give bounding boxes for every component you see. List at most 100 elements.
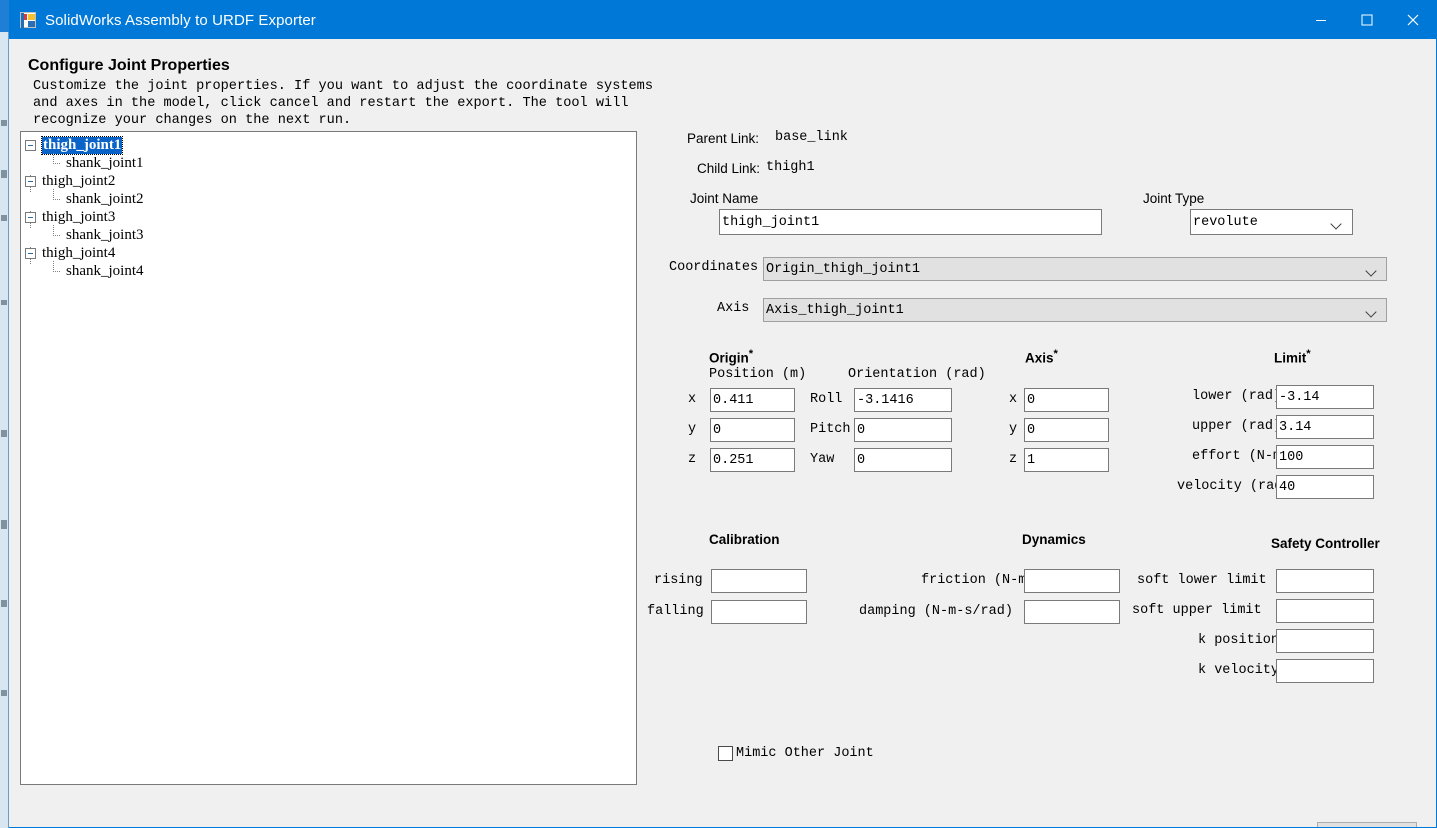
background-window-titlebar [0, 0, 9, 32]
friction-label: friction (N-m) [921, 573, 1035, 588]
axis-group-title: Axis [1025, 350, 1054, 366]
limit-velocity-input[interactable] [1276, 475, 1374, 499]
mimic-other-joint-row[interactable]: Mimic Other Joint [718, 746, 874, 761]
title-bar[interactable]: SolidWorks Assembly to URDF Exporter [9, 1, 1436, 39]
collapse-icon[interactable] [25, 247, 36, 259]
tree-item-thigh-joint1[interactable]: thigh_joint1 [21, 135, 636, 155]
joint-type-select[interactable]: revolutecontinuousprismaticfixedfloating… [1190, 209, 1353, 235]
roll-label: Roll [810, 392, 843, 407]
app-grid-icon [20, 12, 36, 29]
tree-item-shank-joint3[interactable]: shank_joint3 [21, 224, 636, 244]
background-window-content [1, 300, 7, 305]
limit-upper-input[interactable] [1276, 415, 1374, 439]
rising-input[interactable] [711, 569, 807, 593]
collapse-icon[interactable] [25, 139, 36, 151]
tree-item-thigh-joint3[interactable]: thigh_joint3 [21, 208, 636, 226]
yaw-input[interactable] [854, 448, 952, 472]
roll-input[interactable] [854, 388, 952, 412]
damping-input[interactable] [1024, 600, 1120, 624]
maximize-button[interactable] [1344, 1, 1390, 39]
falling-input[interactable] [711, 600, 807, 624]
background-window-content [1, 690, 7, 696]
collapse-icon[interactable] [25, 211, 36, 223]
origin-group-title: Origin [709, 350, 749, 366]
background-window-sliver [0, 0, 9, 828]
parent-link-value: base_link [775, 130, 848, 145]
page-title: Configure Joint Properties [28, 57, 230, 74]
limit-group-title: Limit [1274, 350, 1307, 366]
axis-x-label: x [1009, 392, 1018, 407]
tree-branch-icon [49, 224, 60, 241]
joint-tree[interactable]: thigh_joint1 shank_joint1 thigh_joint2 s… [20, 131, 637, 785]
k-position-label: k position [1198, 633, 1280, 648]
origin-group-label: Origin* [709, 348, 753, 366]
origin-x-label: x [688, 392, 697, 407]
tree-item-label: shank_joint1 [66, 154, 144, 171]
tree-item-label: shank_joint4 [66, 262, 144, 279]
soft-lower-limit-label: soft lower limit [1137, 573, 1267, 588]
coordinates-select[interactable]: Origin_thigh_joint1 [763, 257, 1387, 281]
k-velocity-label: k velocity [1198, 663, 1280, 678]
tree-item-label: shank_joint3 [66, 226, 144, 243]
mimic-other-joint-checkbox[interactable] [718, 746, 733, 761]
axis-y-input[interactable] [1024, 418, 1109, 442]
axis-z-input[interactable] [1024, 448, 1109, 472]
limit-group-label: Limit* [1274, 348, 1311, 366]
limit-upper-label: upper (rad) [1192, 419, 1282, 434]
axis-select[interactable]: Axis_thigh_joint1 [763, 298, 1387, 322]
axis-x-input[interactable] [1024, 388, 1109, 412]
tree-item-shank-joint2[interactable]: shank_joint2 [21, 188, 636, 208]
yaw-label: Yaw [810, 452, 835, 467]
limit-lower-input[interactable] [1276, 385, 1374, 409]
tree-branch-icon [49, 152, 60, 169]
origin-x-input[interactable] [710, 388, 795, 412]
child-link-value: thigh1 [766, 160, 815, 175]
mimic-other-joint-label: Mimic Other Joint [736, 746, 874, 761]
limit-effort-label: effort (N-m) [1192, 449, 1290, 464]
client-area: Configure Joint Properties Customize the… [9, 39, 1436, 827]
dynamics-group-label: Dynamics [1022, 532, 1086, 547]
close-button[interactable] [1390, 1, 1436, 39]
calibration-group-label: Calibration [709, 532, 780, 547]
tree-item-label: thigh_joint2 [42, 172, 116, 189]
minimize-button[interactable] [1298, 1, 1344, 39]
tree-item-thigh-joint4[interactable]: thigh_joint4 [21, 244, 636, 262]
joint-type-label: Joint Type [1143, 191, 1205, 206]
tree-item-label: thigh_joint1 [40, 135, 124, 155]
parent-link-label: Parent Link: [687, 131, 760, 146]
origin-z-input[interactable] [710, 448, 795, 472]
origin-z-label: z [688, 452, 697, 467]
position-label: Position (m) [709, 367, 807, 382]
tree-item-shank-joint1[interactable]: shank_joint1 [21, 152, 636, 172]
pitch-label: Pitch [810, 422, 851, 437]
background-window-content [1, 600, 7, 607]
friction-input[interactable] [1024, 569, 1120, 593]
tree-item-label: thigh_joint3 [42, 208, 116, 225]
origin-y-input[interactable] [710, 418, 795, 442]
required-asterisk: * [1053, 348, 1058, 360]
limit-effort-input[interactable] [1276, 445, 1374, 469]
tree-item-shank-joint4[interactable]: shank_joint4 [21, 260, 636, 280]
pitch-input[interactable] [854, 418, 952, 442]
joint-name-input[interactable] [719, 209, 1102, 235]
child-link-label: Child Link: [697, 161, 761, 176]
k-velocity-input[interactable] [1276, 659, 1374, 683]
falling-label: falling [647, 604, 704, 619]
soft-upper-limit-input[interactable] [1276, 599, 1374, 623]
collapse-icon[interactable] [25, 175, 36, 187]
axis-z-label: z [1009, 452, 1018, 467]
background-window-content [1, 520, 7, 529]
tree-item-thigh-joint2[interactable]: thigh_joint2 [21, 172, 636, 190]
axis-group-label: Axis* [1025, 348, 1058, 366]
soft-upper-limit-label: soft upper limit [1132, 603, 1262, 618]
window-controls [1298, 1, 1436, 39]
application-window: SolidWorks Assembly to URDF Exporter Con… [9, 0, 1437, 828]
k-position-input[interactable] [1276, 629, 1374, 653]
joint-name-label: Joint Name [690, 191, 759, 206]
background-window-content [1, 120, 7, 126]
background-window-content [1, 430, 7, 437]
safety-group-label: Safety Controller [1271, 536, 1380, 551]
soft-lower-limit-input[interactable] [1276, 569, 1374, 593]
background-window-content [1, 170, 7, 178]
next-button[interactable]: Next [1317, 822, 1417, 827]
